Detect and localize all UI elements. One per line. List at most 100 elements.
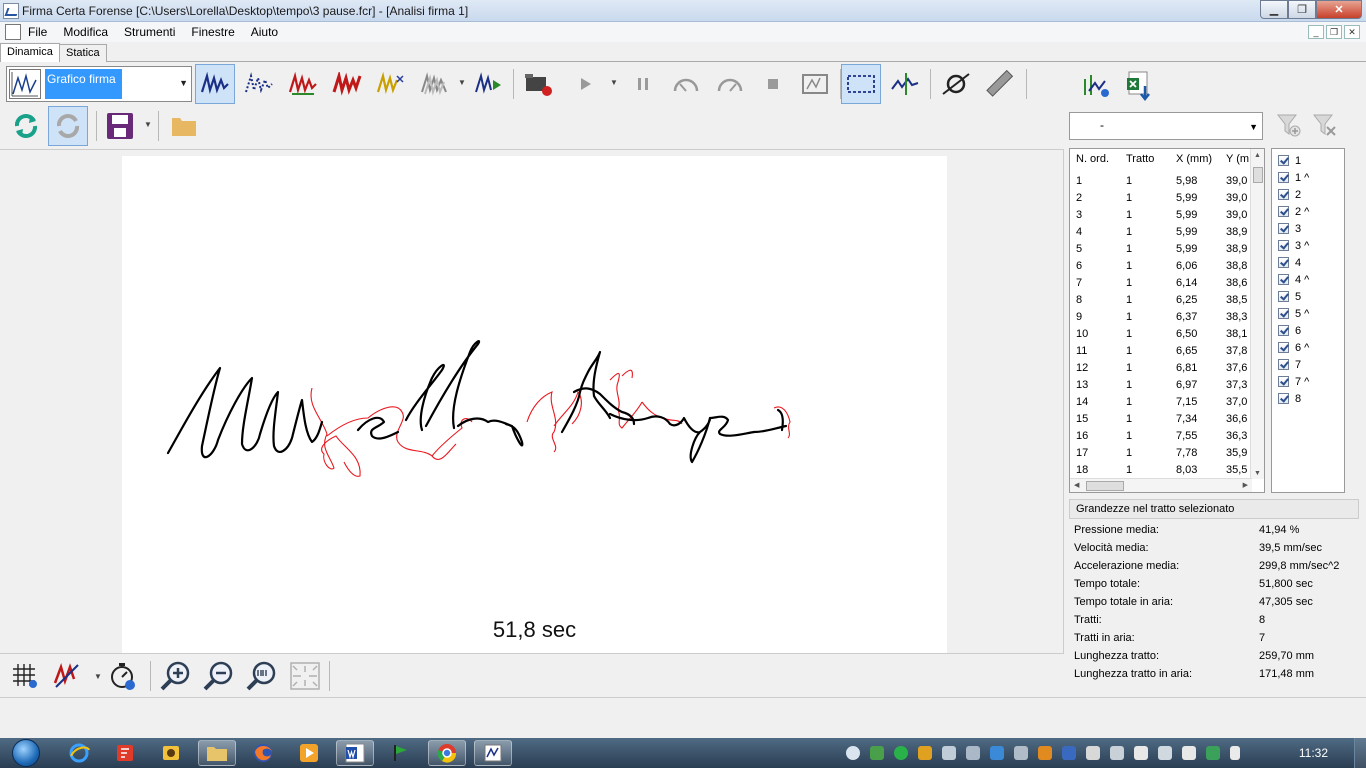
security-shield-icon[interactable]	[870, 746, 884, 760]
stroke-checkbox-item[interactable]: 2 ^	[1272, 203, 1344, 220]
checkbox-checked-icon[interactable]	[1278, 155, 1289, 166]
column-header[interactable]: Tratto	[1120, 149, 1170, 169]
battery-icon[interactable]	[1182, 746, 1196, 760]
stroke-checkbox-item[interactable]: 5 ^	[1272, 305, 1344, 322]
checkbox-checked-icon[interactable]	[1278, 376, 1289, 387]
network-drive-icon[interactable]	[1062, 746, 1076, 760]
checkbox-checked-icon[interactable]	[1278, 393, 1289, 404]
ruler-button[interactable]	[979, 64, 1019, 104]
firefox-icon[interactable]	[244, 740, 282, 766]
checkbox-checked-icon[interactable]	[1278, 206, 1289, 217]
update-icon[interactable]	[1206, 746, 1220, 760]
media-player-icon[interactable]	[290, 740, 328, 766]
scroll-up-icon[interactable]: ▲	[1254, 152, 1261, 159]
column-header[interactable]: Y (m	[1220, 149, 1252, 169]
stroke-checkbox-item[interactable]: 7 ^	[1272, 373, 1344, 390]
fast-speed-button[interactable]	[710, 64, 750, 104]
monitor-icon[interactable]	[1110, 746, 1124, 760]
menu-modifica[interactable]: Modifica	[55, 25, 116, 39]
checkbox-checked-icon[interactable]	[1278, 291, 1289, 302]
checkbox-checked-icon[interactable]	[1278, 240, 1289, 251]
action-center-flag-icon[interactable]	[1230, 746, 1240, 760]
zoom-100-button[interactable]	[244, 659, 278, 693]
table-row[interactable]: 14 1 7,15 37,0	[1070, 396, 1252, 413]
table-row[interactable]: 16 1 7,55 36,3	[1070, 430, 1252, 447]
chevron-down-icon[interactable]: ▼	[94, 672, 102, 681]
checkbox-checked-icon[interactable]	[1278, 342, 1289, 353]
checkbox-checked-icon[interactable]	[1278, 189, 1289, 200]
table-row[interactable]: 1 1 5,98 39,0	[1070, 175, 1252, 192]
graph-type-select[interactable]: Grafico firma ▼	[6, 66, 192, 102]
refresh-button[interactable]	[6, 106, 46, 146]
checkbox-checked-icon[interactable]	[1278, 325, 1289, 336]
stroke-filter-select[interactable]: - ▼	[1069, 112, 1263, 140]
stroke-checkbox-item[interactable]: 7	[1272, 356, 1344, 373]
column-header[interactable]: N. ord.	[1070, 149, 1120, 169]
grid-toggle-button[interactable]	[8, 659, 42, 693]
table-row[interactable]: 9 1 6,37 38,3	[1070, 311, 1252, 328]
link-stroke-button[interactable]	[936, 64, 976, 104]
export-excel-button[interactable]	[1120, 66, 1160, 106]
stroke-checkbox-item[interactable]: 3	[1272, 220, 1344, 237]
overlay-graph-button[interactable]	[415, 64, 455, 104]
stroke-checkbox-item[interactable]: 1	[1272, 152, 1344, 169]
table-row[interactable]: 17 1 7,78 35,9	[1070, 447, 1252, 464]
horizontal-scrollbar[interactable]: ◀ ▶	[1070, 478, 1252, 492]
pause-button[interactable]	[623, 64, 663, 104]
table-row[interactable]: 12 1 6,81 37,6	[1070, 362, 1252, 379]
chrome-icon[interactable]	[428, 740, 466, 766]
timer-button[interactable]	[106, 659, 140, 693]
stroke-checkbox-item[interactable]: 6	[1272, 322, 1344, 339]
document-icon[interactable]	[5, 24, 21, 40]
maximize-button[interactable]: ❐	[1288, 0, 1316, 19]
table-row[interactable]: 3 1 5,99 39,0	[1070, 209, 1252, 226]
table-row[interactable]: 8 1 6,25 38,5	[1070, 294, 1252, 311]
auto-refresh-button[interactable]	[48, 106, 88, 146]
stop-button[interactable]	[753, 64, 793, 104]
velocity-graph-button[interactable]	[371, 64, 411, 104]
table-row[interactable]: 13 1 6,97 37,3	[1070, 379, 1252, 396]
table-row[interactable]: 10 1 6,50 38,1	[1070, 328, 1252, 345]
chevron-down-icon[interactable]: ▼	[610, 78, 618, 87]
sync-icon[interactable]	[894, 746, 908, 760]
wifi-signal-icon[interactable]	[1086, 746, 1100, 760]
stroke-checkbox-item[interactable]: 6 ^	[1272, 339, 1344, 356]
zoom-out-button[interactable]	[201, 659, 235, 693]
usb-icon[interactable]	[1014, 746, 1028, 760]
stroke-checkbox-item[interactable]: 5	[1272, 288, 1344, 305]
foxit-reader-icon[interactable]	[106, 740, 144, 766]
table-row[interactable]: 11 1 6,65 37,8	[1070, 345, 1252, 362]
stroke-checkbox-item[interactable]: 1 ^	[1272, 169, 1344, 186]
taskbar-clock[interactable]: 11:32	[1299, 746, 1328, 760]
add-filter-button[interactable]	[1274, 110, 1304, 140]
remove-filter-button[interactable]	[1310, 110, 1340, 140]
menu-strumenti[interactable]: Strumenti	[116, 25, 183, 39]
save-button[interactable]	[100, 106, 140, 146]
air-strokes-button[interactable]	[327, 64, 367, 104]
vertical-scrollbar[interactable]: ▲ ▼	[1250, 149, 1264, 479]
start-button[interactable]	[6, 738, 46, 768]
pressure-graph-button[interactable]	[283, 64, 323, 104]
table-row[interactable]: 15 1 7,34 36,6	[1070, 413, 1252, 430]
table-row[interactable]: 6 1 6,06 38,8	[1070, 260, 1252, 277]
column-header[interactable]: X (mm)	[1170, 149, 1220, 169]
table-row[interactable]: 4 1 5,99 38,9	[1070, 226, 1252, 243]
stroke-checkbox-item[interactable]: 8	[1272, 390, 1344, 407]
checkbox-checked-icon[interactable]	[1278, 257, 1289, 268]
scroll-thumb[interactable]	[1086, 481, 1124, 491]
dotted-signature-button[interactable]	[239, 64, 279, 104]
internet-explorer-icon[interactable]	[60, 740, 98, 766]
green-flag-app-icon[interactable]	[382, 740, 420, 766]
menu-aiuto[interactable]: Aiuto	[243, 25, 286, 39]
location-icon[interactable]	[846, 746, 860, 760]
display-icon[interactable]	[942, 746, 956, 760]
edit-tool-icon[interactable]	[1134, 746, 1148, 760]
points-table[interactable]: N. ord. Tratto X (mm) Y (m 1 1 5,98 39,0 2 1 5…	[1069, 148, 1265, 493]
dropbox-icon[interactable]	[990, 746, 1004, 760]
tab-dinamica[interactable]: Dinamica	[0, 43, 60, 63]
firma-certa-forense-icon[interactable]	[474, 740, 512, 766]
show-desktop-button[interactable]	[1354, 738, 1366, 768]
checkbox-checked-icon[interactable]	[1278, 308, 1289, 319]
chevron-down-icon[interactable]: ▼	[458, 78, 466, 87]
stroke-checkbox-item[interactable]: 4 ^	[1272, 271, 1344, 288]
